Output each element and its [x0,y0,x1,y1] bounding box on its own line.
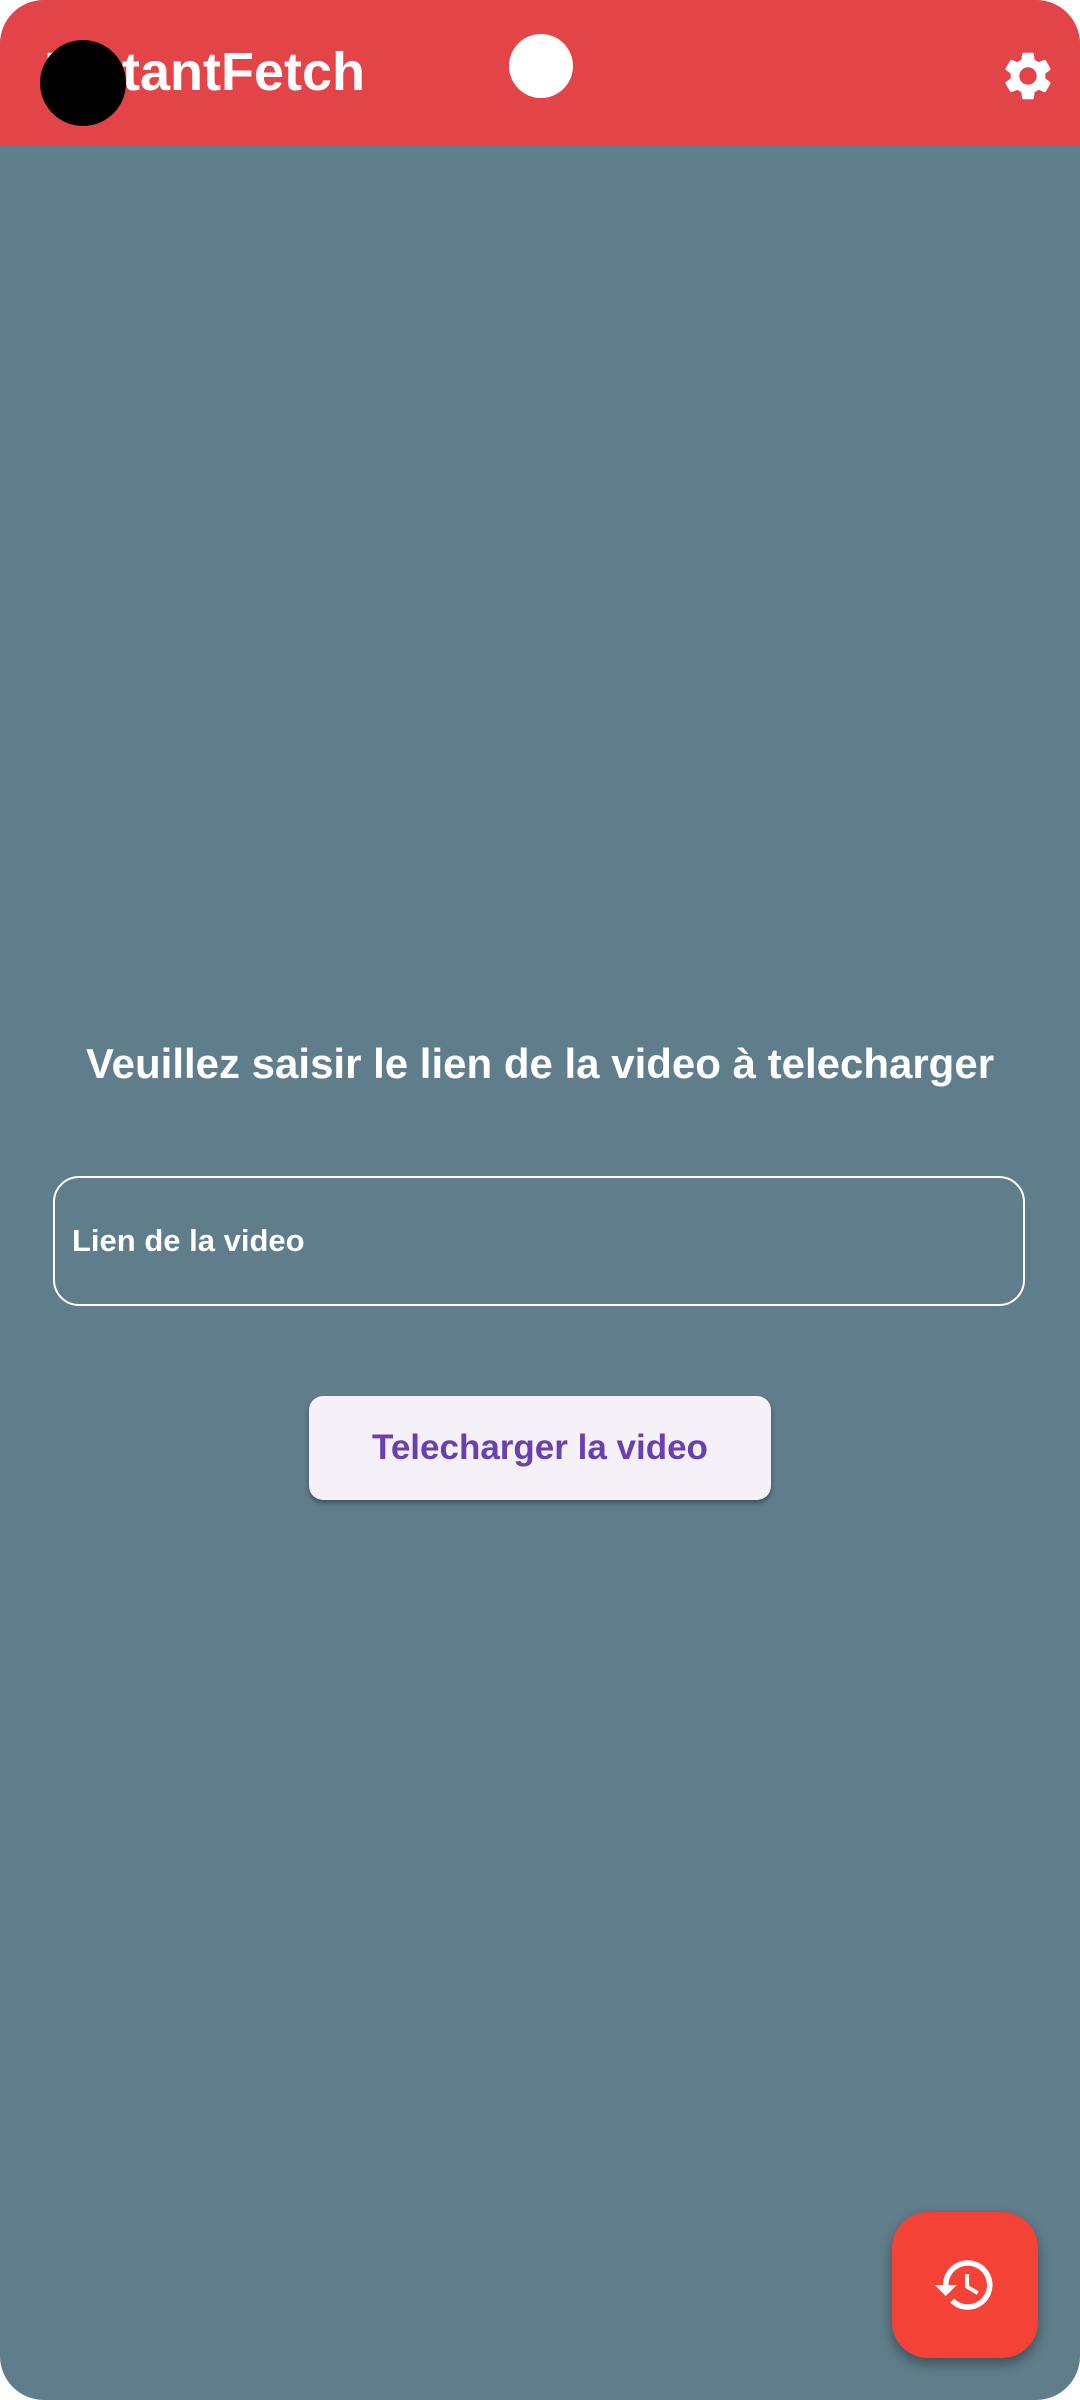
status-indicator-dot [509,34,573,98]
video-link-field[interactable] [53,1176,1025,1306]
settings-button[interactable] [992,40,1064,112]
camera-cutout [40,40,126,126]
history-button[interactable] [892,2212,1038,2358]
download-video-button[interactable]: Telecharger la video [309,1396,771,1500]
app-screen: InstantFetch Veuillez saisir le lien de … [0,0,1080,2400]
history-icon [934,2260,993,2310]
gear-icon [1005,52,1051,100]
app-bar: InstantFetch [0,0,1080,146]
download-prompt: Veuillez saisir le lien de la video à te… [85,1040,995,1087]
video-link-input[interactable] [55,1178,1023,1304]
